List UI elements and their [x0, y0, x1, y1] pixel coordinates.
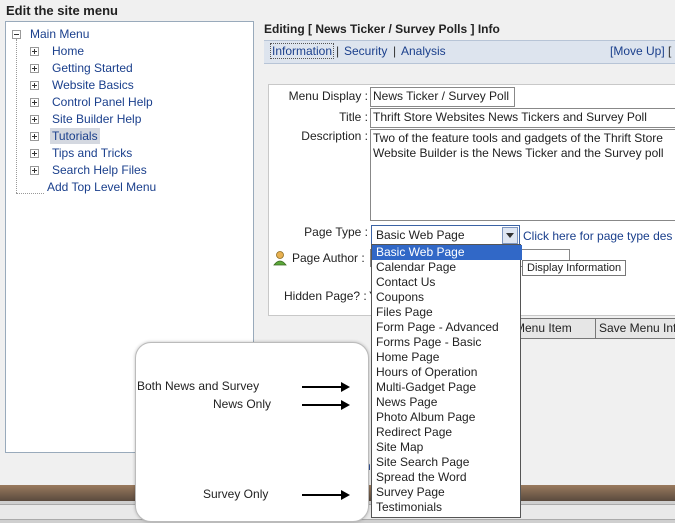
- tab-analysis[interactable]: Analysis: [401, 44, 446, 58]
- tree-item-label[interactable]: Home: [52, 43, 84, 59]
- dropdown-option[interactable]: Files Page: [372, 305, 522, 320]
- arrow-line: [302, 404, 342, 406]
- tab-separator: |: [393, 44, 397, 58]
- dropdown-option[interactable]: Redirect Page: [372, 425, 522, 440]
- title-label: Title :: [339, 110, 368, 124]
- dropdown-option[interactable]: Site Map: [372, 440, 522, 455]
- tab-separator: |: [336, 44, 340, 58]
- move-up-link[interactable]: [Move Up]: [610, 44, 665, 58]
- chevron-down-icon[interactable]: [502, 227, 518, 244]
- dropdown-option[interactable]: Form Page - Advanced: [372, 320, 522, 335]
- dropdown-option[interactable]: Multi-Gadget Page: [372, 380, 522, 395]
- page-title: Edit the site menu: [6, 3, 118, 18]
- callout-label-news: News Only: [213, 397, 272, 411]
- save-menu-info-button[interactable]: Save Menu Inf: [595, 318, 675, 339]
- tree-root-label[interactable]: Main Menu: [30, 26, 89, 42]
- callout-label-survey: Survey Only: [203, 487, 269, 501]
- dropdown-option[interactable]: Calendar Page: [372, 260, 522, 275]
- expand-icon[interactable]: [30, 149, 39, 158]
- tree-item-label-selected[interactable]: Tutorials: [50, 128, 100, 144]
- add-menu-item-button[interactable]: Menu Item: [510, 318, 599, 339]
- collapse-icon[interactable]: [12, 30, 21, 39]
- page-type-select[interactable]: Basic Web Page: [371, 225, 520, 246]
- expand-icon[interactable]: [30, 81, 39, 90]
- title-field[interactable]: Thrift Store Websites News Tickers and S…: [370, 108, 675, 128]
- dropdown-option[interactable]: News Page: [372, 395, 522, 410]
- user-icon: [272, 250, 288, 266]
- tree-item-label[interactable]: Tips and Tricks: [52, 145, 132, 161]
- editor-heading: Editing [ News Ticker / Survey Polls ] I…: [264, 22, 500, 36]
- callout-label-both: Both News and Survey: [137, 379, 260, 393]
- arrow-right-icon: [341, 490, 350, 500]
- expand-icon[interactable]: [30, 47, 39, 56]
- dropdown-option[interactable]: Testimonials: [372, 500, 522, 515]
- tree-item-label[interactable]: Search Help Files: [52, 162, 147, 178]
- arrow-right-icon: [341, 382, 350, 392]
- display-information-tooltip: Display Information: [522, 260, 627, 276]
- dropdown-option[interactable]: Photo Album Page: [372, 410, 522, 425]
- dropdown-option[interactable]: Coupons: [372, 290, 522, 305]
- arrow-line: [302, 386, 342, 388]
- arrow-right-icon: [341, 400, 350, 410]
- tree-item-label[interactable]: Control Panel Help: [52, 94, 153, 110]
- menu-display-label: Menu Display :: [288, 89, 368, 103]
- dropdown-option[interactable]: Basic Web Page: [372, 245, 522, 260]
- page-type-label: Page Type :: [304, 225, 368, 239]
- page-type-help-link[interactable]: Click here for page type des: [523, 229, 672, 243]
- expand-icon[interactable]: [30, 64, 39, 73]
- editor-tab-bar: Information | Security | Analysis [Move …: [264, 40, 675, 64]
- tree-guide-line: [16, 193, 44, 194]
- expand-icon[interactable]: [30, 166, 39, 175]
- expand-icon[interactable]: [30, 132, 39, 141]
- hidden-page-label: Hidden Page? :: [284, 289, 367, 303]
- expand-icon[interactable]: [30, 115, 39, 124]
- menu-display-field[interactable]: News Ticker / Survey Poll: [370, 87, 515, 107]
- dropdown-option[interactable]: Site Search Page: [372, 455, 522, 470]
- arrow-line: [302, 494, 342, 496]
- tree-item-label[interactable]: Website Basics: [52, 77, 134, 93]
- description-label: Description :: [301, 129, 368, 143]
- tree-guide-line: [16, 39, 17, 193]
- dropdown-option[interactable]: Forms Page - Basic: [372, 335, 522, 350]
- dropdown-option[interactable]: Survey Page: [372, 485, 522, 500]
- dropdown-option[interactable]: Hours of Operation: [372, 365, 522, 380]
- page-type-dropdown-list[interactable]: Basic Web Page Calendar Page Contact Us …: [371, 244, 522, 518]
- dropdown-option[interactable]: Home Page: [372, 350, 522, 365]
- tab-information[interactable]: Information: [270, 43, 335, 59]
- page-type-selected-value: Basic Web Page: [376, 228, 465, 242]
- expand-icon[interactable]: [30, 98, 39, 107]
- tab-security[interactable]: Security: [344, 44, 387, 58]
- tree-item-label[interactable]: Getting Started: [52, 60, 133, 76]
- dropdown-option[interactable]: Contact Us: [372, 275, 522, 290]
- dropdown-option[interactable]: Spread the Word: [372, 470, 522, 485]
- page-author-label: Page Author :: [292, 251, 365, 265]
- tree-item-label[interactable]: Site Builder Help: [52, 111, 141, 127]
- description-field[interactable]: Two of the feature tools and gadgets of …: [370, 129, 675, 221]
- bracket-fragment: [: [668, 44, 672, 58]
- add-top-level-menu-link[interactable]: Add Top Level Menu: [47, 179, 156, 195]
